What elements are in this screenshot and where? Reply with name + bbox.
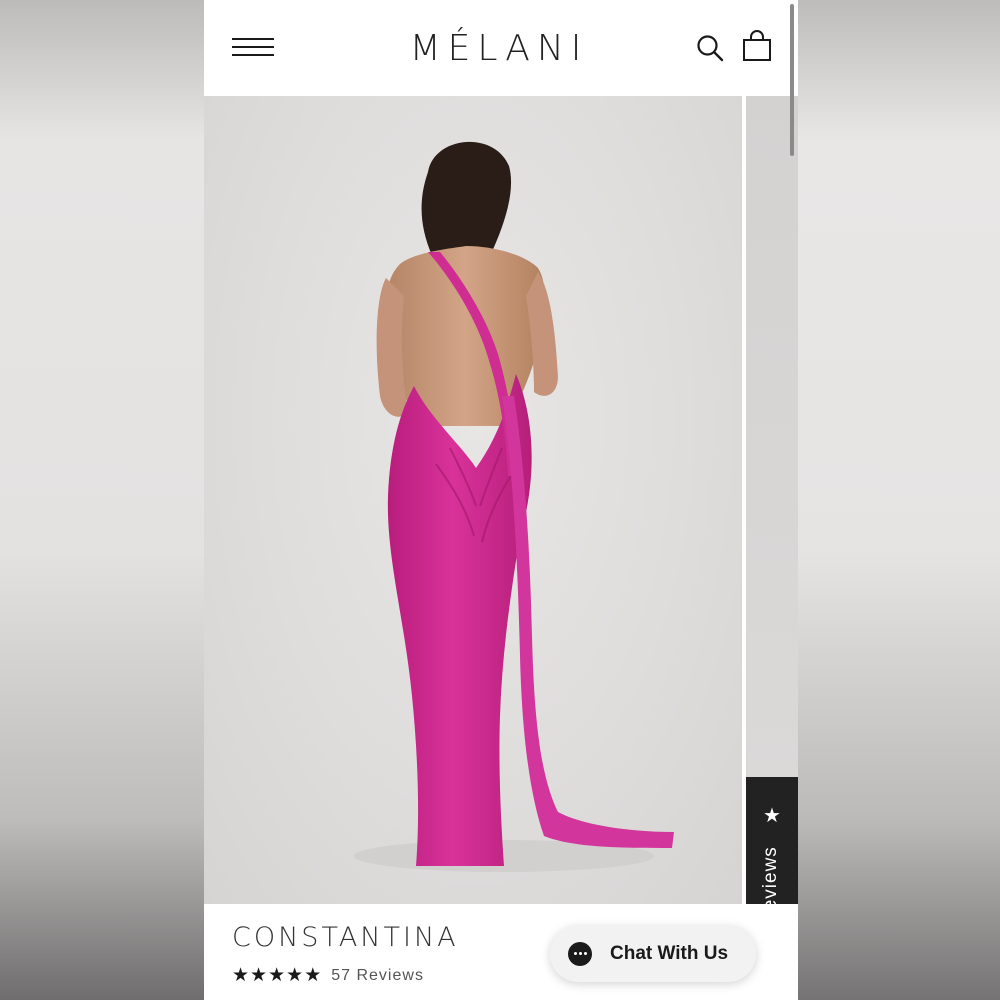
model-photo <box>354 141 674 872</box>
product-rating[interactable]: ★ ★ ★ ★ ★ 57 Reviews <box>232 966 424 986</box>
chat-button-label: Chat With Us <box>610 943 729 964</box>
site-header: MÉLANI <box>204 0 798 96</box>
star-filled-icon: ★ <box>232 965 250 986</box>
chat-bubble-icon <box>568 942 592 966</box>
left-backdrop <box>0 0 204 1000</box>
product-image-gallery[interactable] <box>204 96 798 904</box>
star-filled-icon: ★ <box>304 965 322 986</box>
hamburger-menu-icon[interactable] <box>232 38 274 58</box>
star-filled-icon: ★ <box>268 965 286 986</box>
search-icon[interactable] <box>696 34 724 62</box>
rating-stars: ★ ★ ★ ★ ★ <box>232 966 321 986</box>
star-filled-icon: ★ <box>250 965 268 986</box>
star-filled-icon: ★ <box>286 965 304 986</box>
brand-logo[interactable]: MÉLANI <box>354 28 644 69</box>
mobile-screen: MÉLANI ★ Reviews CONSTANTINA ★ ★ ★ ★ ★ 5… <box>204 0 798 1000</box>
reviews-count-link[interactable]: 57 Reviews <box>331 967 424 985</box>
page-scrollbar[interactable] <box>790 4 794 156</box>
chat-with-us-button[interactable]: Chat With Us <box>550 926 756 982</box>
right-backdrop <box>798 0 1000 1000</box>
product-title: CONSTANTINA <box>232 922 459 953</box>
product-image-main[interactable] <box>204 96 742 904</box>
shopping-bag-icon[interactable] <box>742 30 772 62</box>
